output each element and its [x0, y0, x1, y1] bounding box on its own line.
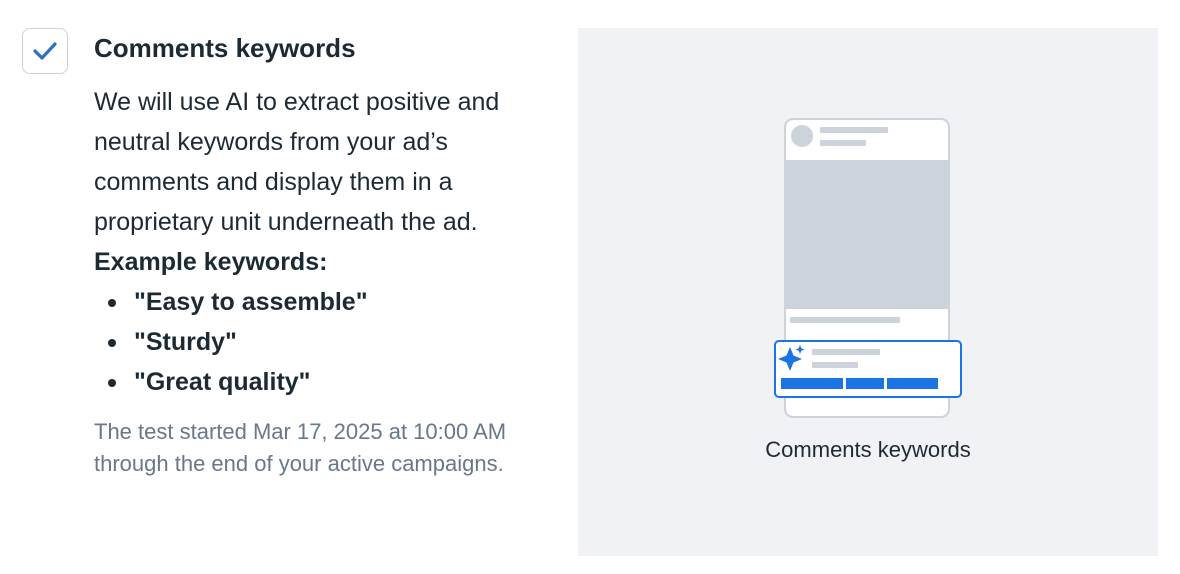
list-item: "Easy to assemble" — [94, 282, 564, 322]
keyword-pill — [887, 378, 938, 389]
preview-caption: Comments keywords — [765, 437, 971, 462]
comments-keywords-checkbox[interactable] — [22, 28, 68, 74]
header-line — [820, 127, 888, 133]
example-keywords-heading: Example keywords: — [94, 248, 328, 276]
example-keyword: "Easy to assemble" — [134, 288, 368, 316]
example-keyword: "Great quality" — [134, 368, 311, 396]
keyword-pill — [846, 378, 884, 389]
test-started-note: The test started Mar 17, 2025 at 10:00 A… — [94, 419, 507, 476]
option-text: Comments keywords We will use AI to extr… — [94, 30, 564, 480]
unit-line — [812, 349, 880, 355]
list-item: "Sturdy" — [94, 322, 564, 362]
keyword-pill — [781, 378, 843, 389]
avatar-placeholder — [791, 125, 813, 147]
option-description: We will use AI to extract positive and n… — [94, 88, 500, 236]
caption-line — [790, 317, 900, 323]
header-line — [820, 140, 866, 146]
preview-panel: Comments keywords — [578, 28, 1158, 556]
unit-line — [812, 362, 858, 368]
option-title: Comments keywords — [94, 33, 356, 63]
example-keywords-list: "Easy to assemble" "Sturdy" "Great quali… — [94, 282, 564, 402]
bullet-icon — [108, 339, 116, 347]
bullet-icon — [108, 299, 116, 307]
checkmark-icon — [33, 42, 57, 60]
example-keyword: "Sturdy" — [134, 328, 237, 356]
media-placeholder — [786, 160, 948, 309]
ad-preview-illustration — [774, 118, 962, 418]
list-item: "Great quality" — [94, 362, 564, 402]
bullet-icon — [108, 379, 116, 387]
